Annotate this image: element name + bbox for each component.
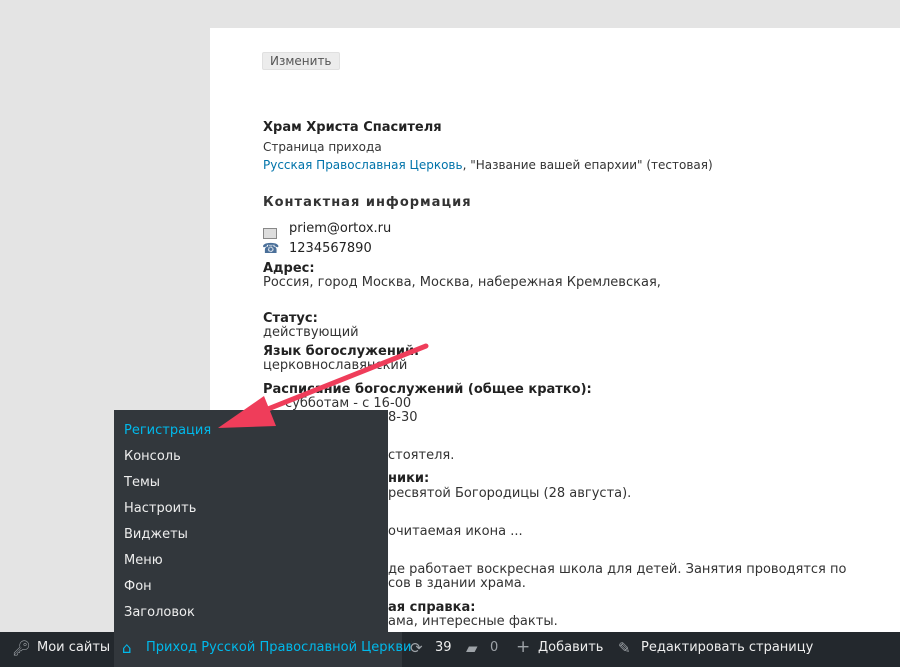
address-label: Адрес: [263, 261, 315, 276]
schedule-label: Расписание богослужений (общее кратко): [263, 382, 592, 397]
my-sites-label: Мои сайты [37, 640, 111, 655]
comments-button[interactable]: ▰ 0 [464, 632, 504, 667]
refresh-icon: ⟳ [410, 639, 423, 657]
menu-item-background[interactable]: Фон [124, 579, 152, 594]
language-label: Язык богослужений: [263, 344, 420, 359]
pencil-icon: ✎ [618, 639, 631, 657]
add-new-label: Добавить [538, 640, 604, 655]
home-icon: ⌂ [122, 639, 132, 657]
history-label: ая справка: [388, 600, 476, 615]
site-name-label: Приход Русской Православной Церкви [146, 640, 412, 655]
updates-button[interactable]: ⟳ 39 [408, 632, 456, 667]
icon-text: очитаемая икона ... [388, 524, 523, 539]
church-rest: , "Название вашей епархии" (тестовая) [462, 158, 713, 172]
phone-text: 1234567890 [289, 241, 372, 256]
edit-button[interactable]: Изменить [262, 52, 340, 70]
menu-item-customize[interactable]: Настроить [124, 501, 196, 516]
menu-item-themes[interactable]: Темы [124, 475, 160, 490]
key-icon: 🔑︎ [12, 639, 32, 657]
menu-item-widgets[interactable]: Виджеты [124, 527, 188, 542]
comments-count: 0 [490, 640, 499, 655]
add-new-menu[interactable]: + Добавить [514, 632, 606, 667]
site-name-menu[interactable]: ⌂ Приход Русской Православной Церкви [114, 632, 412, 667]
my-sites-menu[interactable]: 🔑︎ Мои сайты [0, 632, 114, 667]
rector-text: стоятеля. [388, 448, 455, 463]
feasts-label: ники: [388, 471, 430, 486]
edit-page-button[interactable]: ✎ Редактировать страницу [614, 632, 814, 667]
comment-icon: ▰ [466, 639, 478, 657]
email-text: priem@ortox.ru [289, 221, 392, 236]
church-link[interactable]: Русская Православная Церковь [263, 158, 463, 172]
language-value: церковнославянский [263, 358, 408, 373]
plus-icon: + [516, 637, 531, 657]
schedule-line-1: субботам - с 16-00 [285, 396, 412, 411]
school-line-2: сов в здании храма. [388, 576, 526, 591]
address-value: Россия, город Москва, Москва, набережная… [263, 275, 661, 290]
church-line: Русская Православная Церковь, "Название … [263, 158, 713, 172]
menu-item-registration[interactable]: Регистрация [124, 423, 211, 438]
site-dropdown-menu: Регистрация Консоль Темы Настроить Видже… [114, 410, 388, 632]
status-label: Статус: [263, 311, 318, 326]
schedule-line-2: 8-30 [388, 410, 418, 425]
edit-page-label: Редактировать страницу [641, 640, 814, 655]
admin-bar: 🔑︎ Мои сайты ⌂ Приход Русской Православн… [0, 632, 900, 667]
section-contact-heading: Контактная информация [263, 195, 472, 210]
page-subtitle: Страница прихода [263, 140, 382, 154]
updates-count: 39 [435, 640, 452, 655]
phone-icon: ☎ [262, 241, 280, 257]
status-value: действующий [263, 325, 359, 340]
menu-item-console[interactable]: Консоль [124, 449, 181, 464]
history-value: ама, интересные факты. [388, 614, 558, 629]
feasts-value: ресвятой Богородицы (28 августа). [388, 486, 632, 501]
page-title: Храм Христа Спасителя [263, 120, 442, 135]
school-line-1: де работает воскресная школа для детей. … [388, 562, 847, 577]
menu-item-header[interactable]: Заголовок [124, 605, 195, 620]
menu-item-menus[interactable]: Меню [124, 553, 163, 568]
